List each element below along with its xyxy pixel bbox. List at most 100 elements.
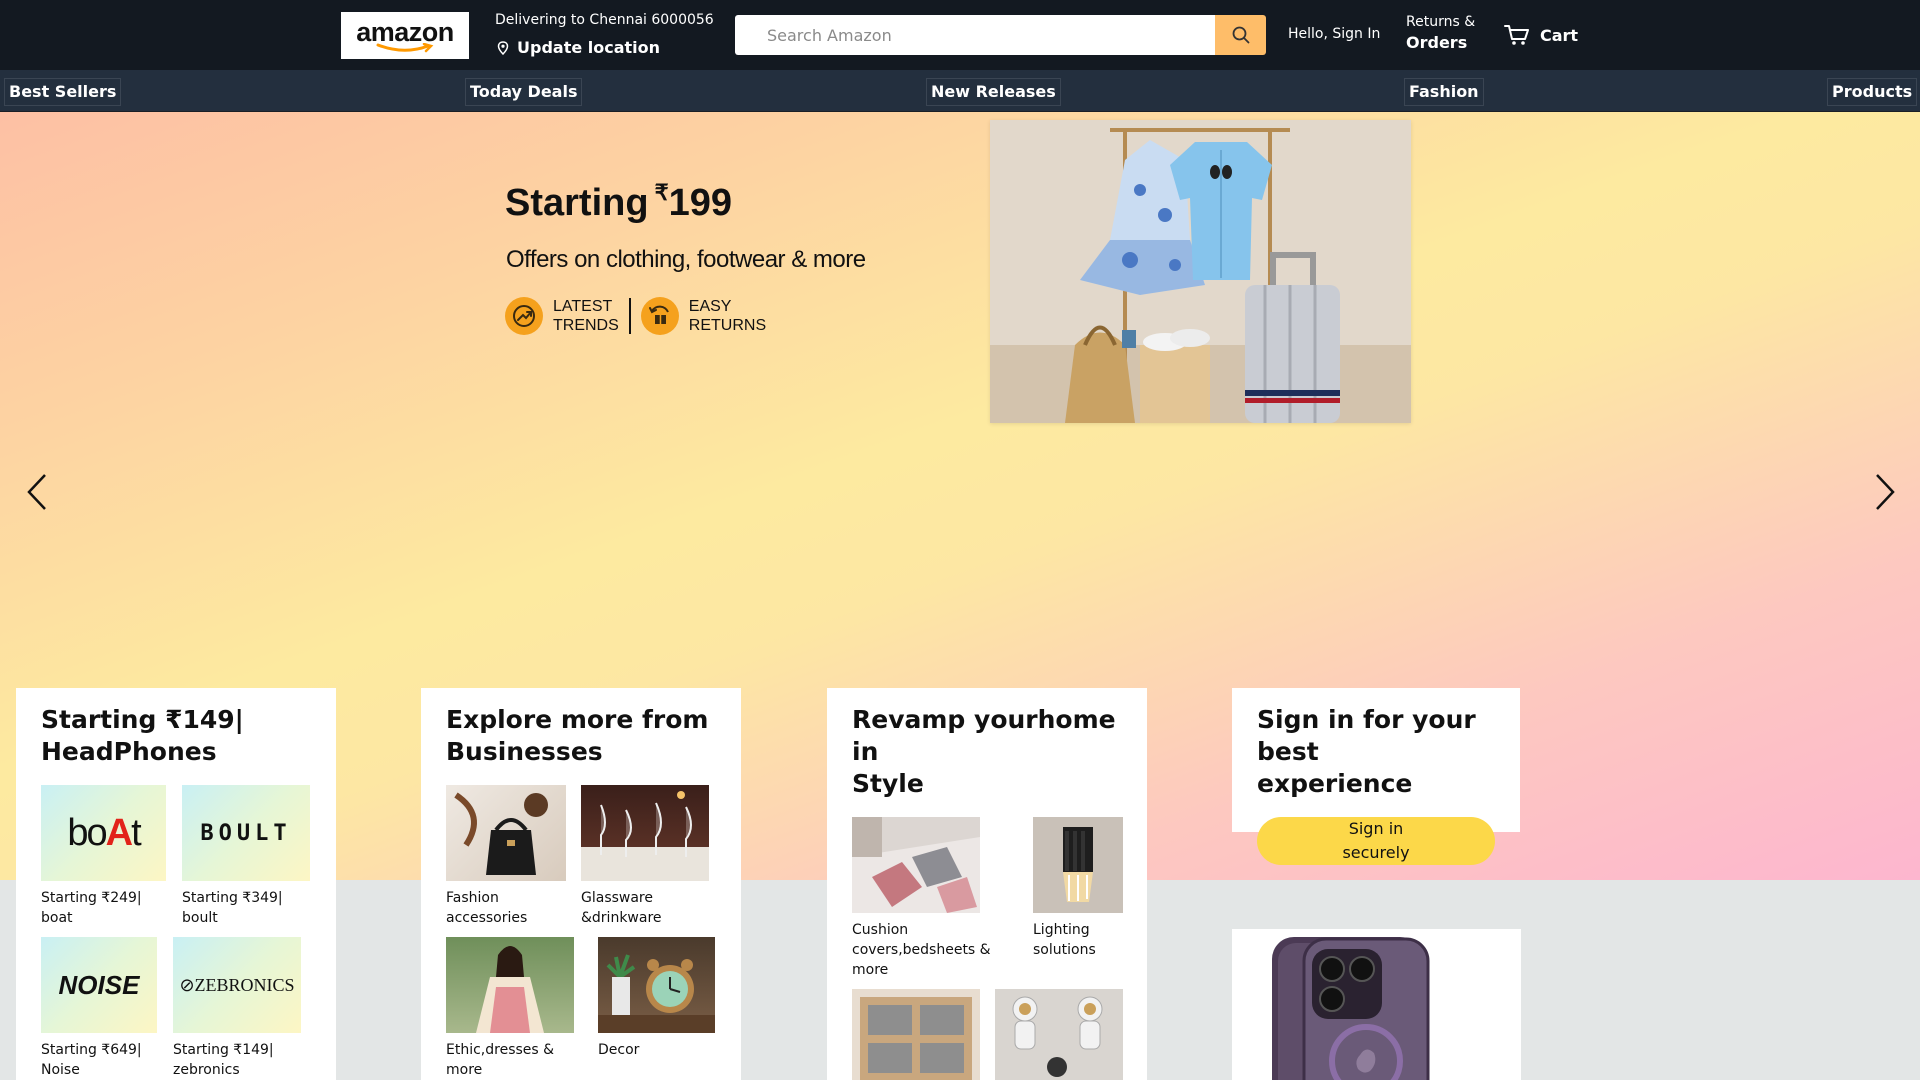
cart-link[interactable]: Cart — [1504, 24, 1578, 46]
returns-label: Returns & — [1406, 14, 1476, 30]
tile-storage[interactable] — [852, 989, 980, 1080]
ethnic-dresses-image — [446, 937, 574, 1033]
card-title-line2: best — [1257, 737, 1319, 766]
caption-line1: Glassware — [581, 890, 653, 906]
caption-line2: boat — [41, 910, 73, 926]
boult-logo-image: BOULT — [182, 785, 310, 881]
caption-line1: Decor — [598, 1042, 640, 1058]
lighting-image — [1033, 817, 1123, 913]
card-title-line3: Style — [852, 769, 924, 798]
button-line1: Sign in — [1348, 819, 1404, 838]
badge1-line2: TRENDS — [553, 317, 619, 334]
caption-line1: Starting ₹249| — [41, 890, 142, 906]
tile-fashion-accessories[interactable]: Fashion accessories — [446, 785, 566, 928]
orders-label: Orders — [1406, 33, 1468, 52]
fashion-accessories-image — [446, 785, 566, 881]
zebronics-logo-image: ⊘ZEBRONICS — [173, 937, 301, 1033]
caption-line1: Starting ₹349| — [182, 890, 283, 906]
card-title-line1: Revamp yourhome — [852, 705, 1116, 734]
card-title-line1: Starting ₹149| — [41, 705, 244, 734]
nav-new-releases[interactable]: New Releases — [926, 78, 1061, 106]
tile-caption: Starting ₹349| boult — [182, 888, 310, 928]
badge1-line1: LATEST — [553, 298, 613, 315]
hello-signin-link[interactable]: Hello, Sign In — [1288, 26, 1380, 42]
businesses-card: Explore more from Businesses Fashion acc… — [421, 688, 741, 1080]
caption-line1: Lighting — [1033, 922, 1090, 938]
nav-best-sellers[interactable]: Best Sellers — [4, 78, 122, 106]
hero-fashion-image[interactable] — [990, 120, 1411, 423]
hero-subtitle: Offers on clothing, footwear & more — [506, 246, 866, 273]
figurines-image — [995, 989, 1123, 1080]
caption-line2: covers,bedsheets & — [852, 942, 991, 958]
easy-returns-text: EASY RETURNS — [689, 297, 766, 335]
card-title-line1: Explore more from — [446, 705, 709, 734]
card-title-line3: experience — [1257, 769, 1413, 798]
tile-caption: Lighting solutions — [1033, 920, 1123, 960]
search-input[interactable] — [735, 15, 1215, 55]
caption-line1: Ethic,dresses & — [446, 1042, 555, 1058]
tile-caption: Starting ₹249| boat — [41, 888, 166, 928]
hero-rupee-symbol: ₹ — [654, 180, 669, 205]
caption-line1: Cushion — [852, 922, 909, 938]
nav-fashion[interactable]: Fashion — [1404, 78, 1484, 106]
tile-noise[interactable]: NOISE Starting ₹649| Noise — [41, 937, 157, 1080]
cart-icon — [1504, 25, 1529, 45]
caption-line1: Starting ₹649| — [41, 1042, 142, 1058]
card-title: Revamp yourhome in Style — [852, 704, 1116, 800]
card-title-line1: Sign in for your — [1257, 705, 1476, 734]
tile-glassware[interactable]: Glassware &drinkware — [581, 785, 709, 928]
tile-caption: Decor — [598, 1040, 715, 1060]
tile-caption: Ethic,dresses & more — [446, 1040, 574, 1080]
tile-boat[interactable]: boAt Starting ₹249| boat — [41, 785, 166, 928]
return-box-icon — [640, 297, 679, 335]
caption-line2: Noise — [41, 1062, 80, 1078]
sign-in-securely-button[interactable]: Sign in securely — [1257, 817, 1495, 865]
latest-trends-text: LATEST TRENDS — [553, 297, 619, 335]
caption-line2: boult — [182, 910, 218, 926]
tile-decor[interactable]: Decor — [598, 937, 715, 1060]
hero-badges: LATEST TRENDS EASY RETURNS — [505, 297, 766, 335]
caption-line2: zebronics — [173, 1062, 240, 1078]
carousel-prev-button[interactable] — [22, 472, 52, 512]
phone-image — [1272, 937, 1430, 1080]
tile-caption: Starting ₹649| Noise — [41, 1040, 157, 1080]
nav-products[interactable]: Products — [1827, 78, 1918, 106]
badge-divider — [628, 298, 631, 334]
tile-figurines[interactable] — [995, 989, 1123, 1080]
tile-caption: Fashion accessories — [446, 888, 566, 928]
search-bar — [735, 15, 1266, 55]
map-pin-icon — [497, 40, 509, 55]
caption-line2: solutions — [1033, 942, 1096, 958]
storage-image — [852, 989, 980, 1080]
chevron-left-icon — [27, 474, 46, 510]
carousel-next-button[interactable] — [1870, 472, 1900, 512]
tile-caption: Starting ₹149| zebronics — [173, 1040, 301, 1080]
tile-boult[interactable]: BOULT Starting ₹349| boult — [182, 785, 310, 928]
update-location-link[interactable]: Update location — [497, 38, 660, 57]
nav-today-deals[interactable]: Today Deals — [465, 78, 583, 106]
tile-zebronics[interactable]: ⊘ZEBRONICS Starting ₹149| zebronics — [173, 937, 301, 1080]
badge2-line2: RETURNS — [688, 317, 767, 334]
tile-ethnic-dresses[interactable]: Ethic,dresses & more — [446, 937, 574, 1080]
phone-ad-card[interactable] — [1232, 929, 1521, 1080]
chevron-right-icon — [1876, 474, 1895, 510]
logo-smile-icon — [376, 42, 434, 52]
revamp-home-card: Revamp yourhome in Style Cushion covers,… — [827, 688, 1147, 1080]
card-title: Explore more from Businesses — [446, 704, 708, 768]
cushion-covers-image — [852, 817, 980, 913]
latest-trends-badge: LATEST TRENDS — [505, 297, 619, 335]
amazon-logo[interactable]: amazon — [341, 12, 469, 59]
returns-orders-link[interactable]: Returns & Orders — [1406, 14, 1475, 52]
hero-price: 199 — [668, 182, 732, 224]
tile-lighting[interactable]: Lighting solutions — [1033, 817, 1123, 960]
update-location-label: Update location — [517, 38, 661, 57]
caption-line1: Fashion — [446, 890, 499, 906]
search-button[interactable] — [1215, 15, 1266, 55]
glassware-image — [581, 785, 709, 881]
badge2-line1: EASY — [688, 298, 732, 315]
tile-cushion-covers[interactable]: Cushion covers,bedsheets & more — [852, 817, 997, 980]
nav-bar: Best Sellers Today Deals New Releases Fa… — [0, 70, 1920, 112]
decor-image — [598, 937, 715, 1033]
card-title-line2: HeadPhones — [41, 737, 217, 766]
card-title-line2: Businesses — [446, 737, 603, 766]
